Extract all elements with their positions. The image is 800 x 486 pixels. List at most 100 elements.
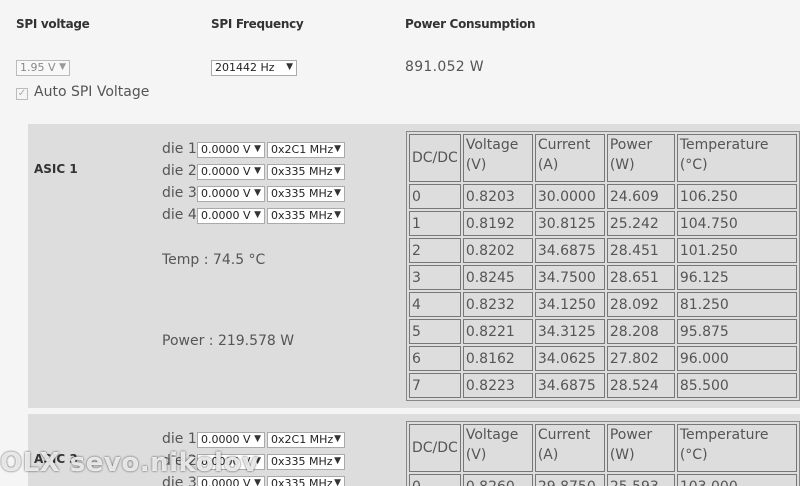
table-cell: 6 xyxy=(409,346,461,371)
table-cell: 0.8162 xyxy=(462,346,533,371)
watermark-text: sevo.nikolov xyxy=(69,448,260,478)
power-consumption-label: Power Consumption xyxy=(405,17,536,31)
table-cell: 0.8202 xyxy=(462,238,533,263)
table-row: 1 0.8192 30.8125 25.242 104.750 xyxy=(409,211,797,236)
chevron-down-icon: ▼ xyxy=(334,144,341,154)
chevron-down-icon: ▼ xyxy=(334,210,341,220)
die-frequency-value: 0x335 MHz xyxy=(271,209,333,222)
die-frequency-select[interactable]: 0x2C1 MHz ▼ xyxy=(267,142,345,158)
die-frequency-value: 0x335 MHz xyxy=(271,455,333,468)
asic-power: Power : 219.578 W xyxy=(162,333,295,349)
table-cell: 96.000 xyxy=(676,346,797,371)
table-cell: 30.0000 xyxy=(534,184,605,209)
column-header: DC/DC xyxy=(409,424,461,472)
table-cell: 0.8223 xyxy=(462,373,533,398)
table-cell: 29.8750 xyxy=(534,474,605,486)
die-voltage-select[interactable]: 0.0000 V ▼ xyxy=(197,186,265,202)
chevron-down-icon: ▼ xyxy=(334,188,341,198)
chevron-down-icon: ▼ xyxy=(59,62,66,72)
die-label: die 1 xyxy=(162,141,197,157)
table-row: 6 0.8162 34.0625 27.802 96.000 xyxy=(409,346,797,371)
table-cell: 0.8245 xyxy=(462,265,533,290)
die-frequency-select[interactable]: 0x335 MHz ▼ xyxy=(267,186,345,202)
table-cell: 34.6875 xyxy=(534,238,605,263)
die-frequency-select[interactable]: 0x335 MHz ▼ xyxy=(267,164,345,180)
table-cell: 1 xyxy=(409,211,461,236)
chevron-down-icon: ▼ xyxy=(334,478,341,486)
table-cell: 28.092 xyxy=(606,292,675,317)
die-frequency-value: 0x335 MHz xyxy=(271,187,333,200)
table-cell: 0.8221 xyxy=(462,319,533,344)
table-cell: 34.1250 xyxy=(534,292,605,317)
die-voltage-value: 0.0000 V xyxy=(201,433,251,446)
table-row: 3 0.8245 34.7500 28.651 96.125 xyxy=(409,265,797,290)
die-frequency-select[interactable]: 0x335 MHz ▼ xyxy=(267,208,345,224)
die-label: die 2 xyxy=(162,163,197,179)
die-voltage-value: 0.0000 V xyxy=(201,209,251,222)
die-frequency-value: 0x2C1 MHz xyxy=(271,143,334,156)
die-frequency-select[interactable]: 0x2C1 MHz ▼ xyxy=(267,432,345,448)
column-header: Temperature (°C) xyxy=(676,424,797,472)
die-voltage-value: 0.0000 V xyxy=(201,187,251,200)
table-row: 00.826029.875025.593103.000 xyxy=(409,474,797,486)
dcdc-table: DC/DC Voltage (V) Current (A) Power (W) Temp… xyxy=(406,131,800,401)
table-cell: 3 xyxy=(409,265,461,290)
auto-spi-label: Auto SPI Voltage xyxy=(34,84,150,100)
table-header-row: DC/DC Voltage (V) Current (A) Power (W) Temp… xyxy=(409,134,797,182)
chevron-down-icon: ▼ xyxy=(254,188,261,198)
die-voltage-select[interactable]: 0.0000 V ▼ xyxy=(197,142,265,158)
table-cell: 34.0625 xyxy=(534,346,605,371)
table-cell: 85.500 xyxy=(676,373,797,398)
table-row: 5 0.8221 34.3125 28.208 95.875 xyxy=(409,319,797,344)
spi-frequency-select[interactable]: 201442 Hz ▼ xyxy=(211,60,297,76)
spi-frequency-label: SPI Frequency xyxy=(211,17,304,31)
table-header-row: DC/DC Voltage (V) Current (A) Power (W) Temp… xyxy=(409,424,797,472)
table-cell: 104.750 xyxy=(676,211,797,236)
table-cell: 30.8125 xyxy=(534,211,605,236)
auto-spi-checkbox[interactable]: ✓ xyxy=(16,88,28,100)
table-cell: 25.593 xyxy=(606,474,675,486)
column-header: Power (W) xyxy=(606,424,675,472)
table-cell: 96.125 xyxy=(676,265,797,290)
asic-panel: ASIC 1 die 1 0.0000 V ▼ 0x2C1 MHz ▼ die 2 0.000… xyxy=(28,124,800,408)
table-cell: 2 xyxy=(409,238,461,263)
table-cell: 0 xyxy=(409,184,461,209)
die-voltage-select[interactable]: 0.0000 V ▼ xyxy=(197,432,265,448)
chevron-down-icon: ▼ xyxy=(254,478,261,486)
chevron-down-icon: ▼ xyxy=(286,62,293,72)
die-frequency-select[interactable]: 0x335 MHz ▼ xyxy=(267,476,345,486)
table-cell: 24.609 xyxy=(606,184,675,209)
table-cell: 0 xyxy=(409,474,461,486)
table-row: 7 0.8223 34.6875 28.524 85.500 xyxy=(409,373,797,398)
column-header: Temperature (°C) xyxy=(676,134,797,182)
spi-voltage-value: 1.95 V xyxy=(20,61,56,74)
column-header: Power (W) xyxy=(606,134,675,182)
spi-voltage-label: SPI voltage xyxy=(16,17,90,31)
table-cell: 28.451 xyxy=(606,238,675,263)
table-cell: 106.250 xyxy=(676,184,797,209)
die-frequency-select[interactable]: 0x335 MHz ▼ xyxy=(267,454,345,470)
dcdc-table: DC/DC Voltage (V) Current (A) Power (W) Temp… xyxy=(406,421,800,486)
die-voltage-select[interactable]: 0.0000 V ▼ xyxy=(197,208,265,224)
table-cell: 0.8203 xyxy=(462,184,533,209)
table-cell: 101.250 xyxy=(676,238,797,263)
auto-spi-voltage[interactable]: ✓ Auto SPI Voltage xyxy=(16,84,149,100)
column-header: Current (A) xyxy=(534,424,605,472)
table-cell: 95.875 xyxy=(676,319,797,344)
spi-frequency-value: 201442 Hz xyxy=(215,61,275,74)
column-header: Voltage (V) xyxy=(462,134,533,182)
column-header: DC/DC xyxy=(409,134,461,182)
table-cell: 34.7500 xyxy=(534,265,605,290)
table-cell: 27.802 xyxy=(606,346,675,371)
table-cell: 28.524 xyxy=(606,373,675,398)
power-consumption-value: 891.052 W xyxy=(405,59,484,75)
chevron-down-icon: ▼ xyxy=(254,166,261,176)
die-voltage-select[interactable]: 0.0000 V ▼ xyxy=(197,164,265,180)
table-cell: 28.208 xyxy=(606,319,675,344)
table-cell: 0.8232 xyxy=(462,292,533,317)
table-cell: 7 xyxy=(409,373,461,398)
spi-voltage-select[interactable]: 1.95 V ▼ xyxy=(16,60,70,76)
table-cell: 34.3125 xyxy=(534,319,605,344)
table-row: 4 0.8232 34.1250 28.092 81.250 xyxy=(409,292,797,317)
chevron-down-icon: ▼ xyxy=(254,434,261,444)
